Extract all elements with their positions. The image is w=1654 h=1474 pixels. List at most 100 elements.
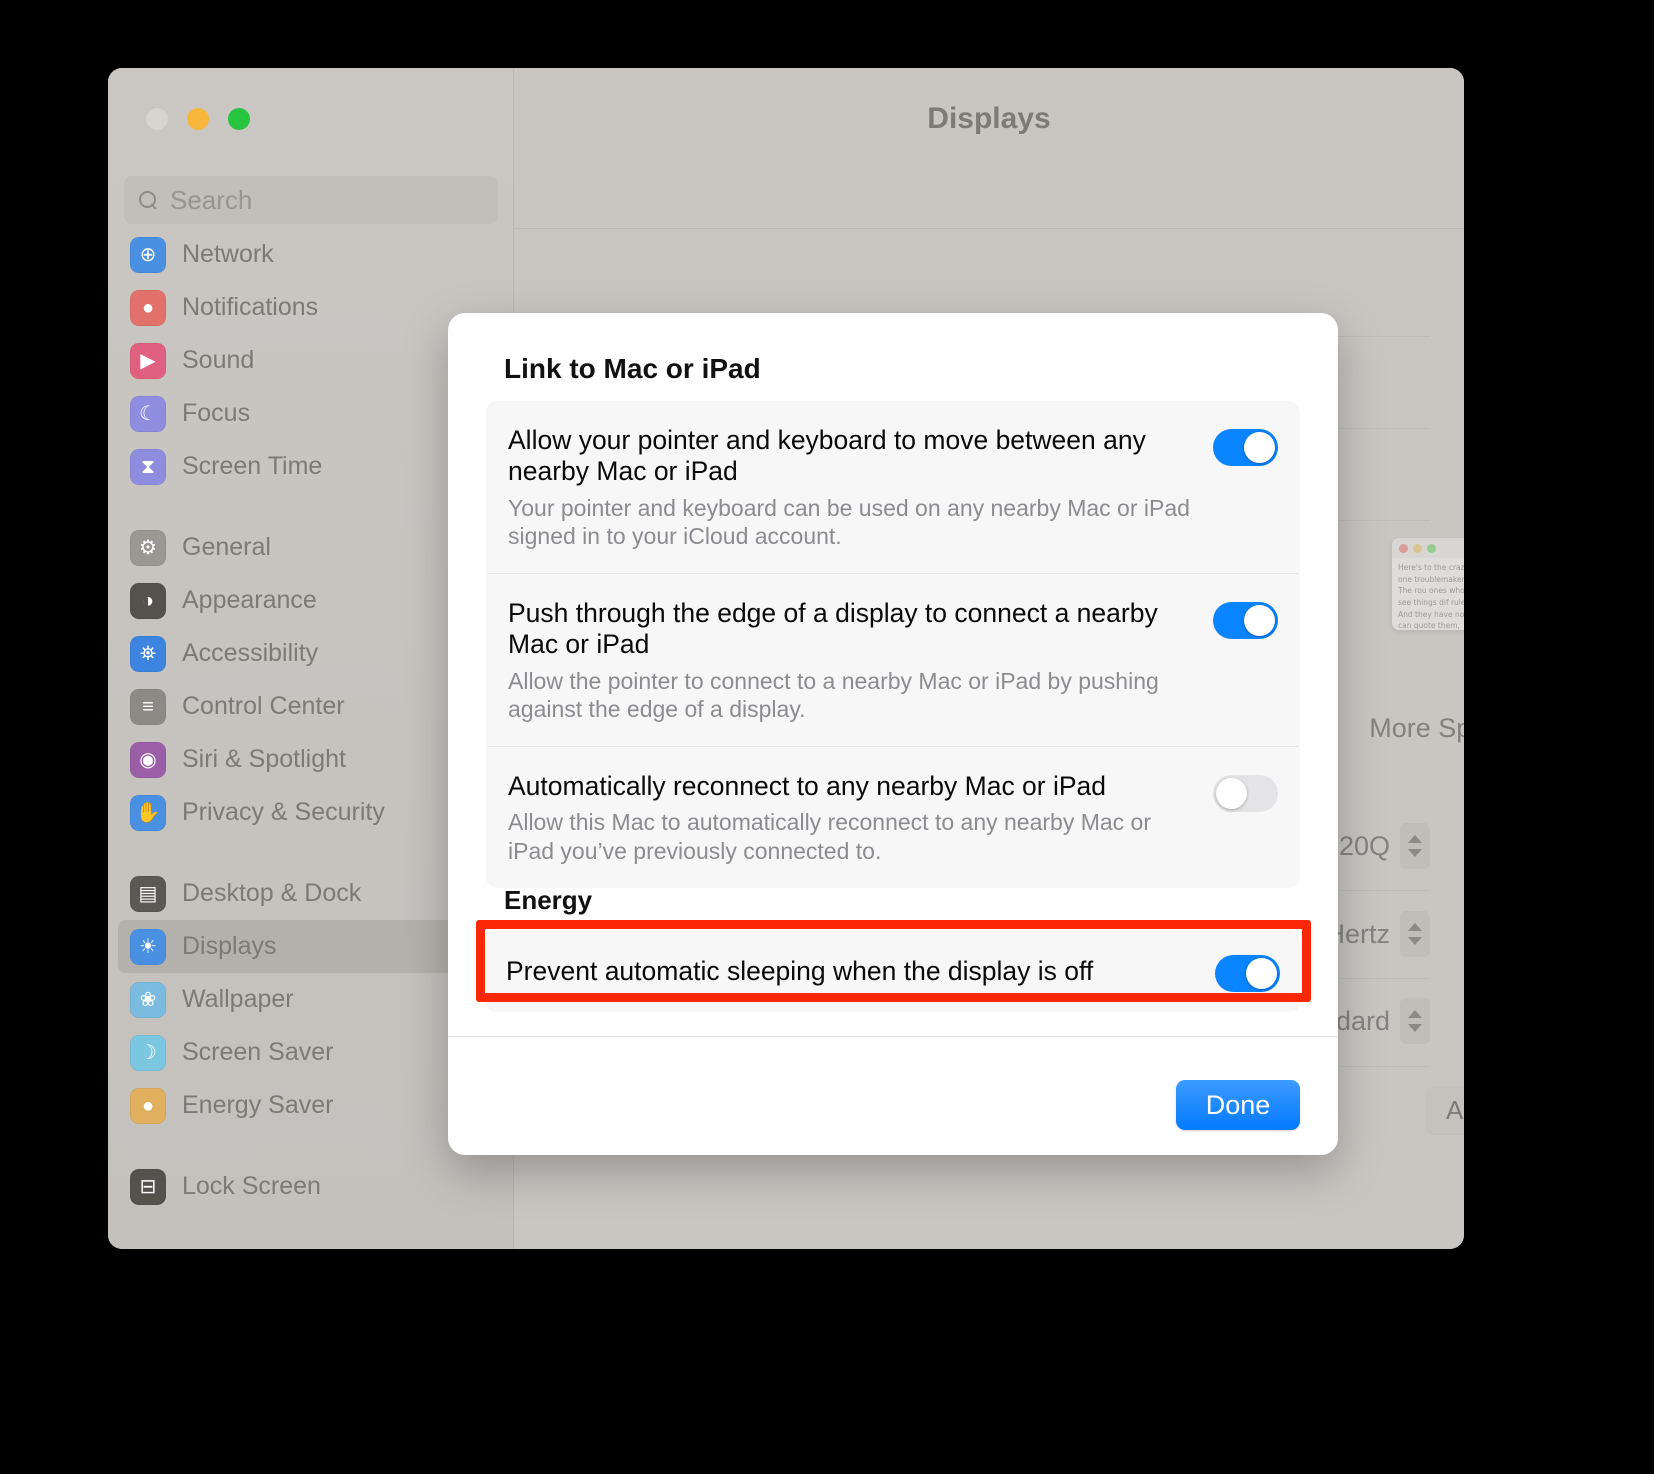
traffic-lights: [146, 108, 250, 130]
contrast-icon: ◑: [130, 582, 166, 619]
link-setting-label: Push through the edge of a display to co…: [508, 598, 1158, 660]
sheet-title: Link to Mac or iPad: [504, 353, 761, 384]
more-space-label: More Space: [1369, 713, 1464, 743]
sliders-icon: ≡: [130, 688, 166, 725]
sidebar-item-label: Screen Time: [182, 452, 323, 480]
sidebar-item-label: Screen Saver: [182, 1038, 334, 1066]
link-setting-label: Automatically reconnect to any nearby Ma…: [508, 771, 1107, 802]
accessibility-icon: ⛯: [130, 635, 166, 672]
link-setting-row[interactable]: Allow your pointer and keyboard to move …: [488, 401, 1298, 573]
link-setting-row[interactable]: Automatically reconnect to any nearby Ma…: [488, 746, 1298, 888]
sidebar-item-screen-saver[interactable]: ☽ Screen Saver: [118, 1026, 503, 1079]
sidebar-item-label: Wallpaper: [182, 985, 294, 1013]
sidebar-item-label: Desktop & Dock: [182, 879, 362, 907]
hourglass-icon: ⧗: [130, 448, 166, 485]
search-input[interactable]: Search: [124, 176, 498, 224]
lock-icon: ⊟: [130, 1168, 166, 1205]
sidebar-item-label: Network: [182, 240, 274, 268]
energy-section-title: Energy: [504, 885, 593, 915]
sidebar-item-label: Displays: [182, 932, 277, 960]
link-to-mac-or-ipad-sheet: Link to Mac or iPad Allow your pointer a…: [448, 313, 1338, 1155]
sidebar-item-privacy-security[interactable]: ✋ Privacy & Security: [118, 786, 503, 839]
link-settings-group: Allow your pointer and keyboard to move …: [486, 401, 1300, 888]
chevron-updown-icon[interactable]: [1400, 823, 1430, 869]
display-preview-window: Here's to the crazy one troublemakers. T…: [1392, 538, 1464, 630]
sidebar-item-label: Lock Screen: [182, 1172, 321, 1200]
sidebar-item-appearance[interactable]: ◑ Appearance: [118, 574, 503, 627]
sidebar-item-screen-time[interactable]: ⧗ Screen Time: [118, 440, 503, 493]
toggle-knob: [1216, 778, 1247, 810]
dock-icon: ▤: [130, 875, 166, 912]
sidebar-item-accessibility[interactable]: ⛯ Accessibility: [118, 627, 503, 680]
lightbulb-icon: ●: [130, 1087, 166, 1124]
search-icon: [138, 190, 158, 210]
sidebar-item-displays[interactable]: ☀ Displays: [118, 920, 503, 973]
sheet-footer-divider: [448, 1036, 1338, 1037]
sidebar-item-label: Focus: [182, 399, 251, 427]
prevent-sleep-text: Prevent automatic sleeping when the disp…: [506, 956, 1215, 987]
wallpaper-icon: ❀: [130, 981, 166, 1018]
sidebar-item-label: General: [182, 533, 271, 561]
screensaver-icon: ☽: [130, 1034, 166, 1071]
page-title: Displays: [927, 102, 1051, 135]
link-setting-text: Allow your pointer and keyboard to move …: [508, 425, 1213, 551]
link-setting-row[interactable]: Push through the edge of a display to co…: [488, 573, 1298, 746]
search-placeholder: Search: [170, 184, 253, 215]
done-button[interactable]: Done: [1176, 1080, 1300, 1130]
sidebar-item-control-center[interactable]: ≡ Control Center: [118, 680, 503, 733]
sidebar-item-energy-saver[interactable]: ● Energy Saver: [118, 1079, 503, 1132]
siri-icon: ◉: [130, 741, 166, 778]
preview-close-icon: [1399, 543, 1408, 553]
globe-icon: ⊕: [130, 236, 166, 273]
bell-icon: ●: [130, 289, 166, 326]
preview-text: Here's to the crazy one troublemakers. T…: [1398, 563, 1464, 630]
link-setting-description: Allow this Mac to automatically reconnec…: [508, 809, 1152, 865]
sidebar-item-notifications[interactable]: ● Notifications: [118, 281, 503, 334]
sidebar-item-label: Energy Saver: [182, 1091, 334, 1119]
preview-zoom-icon: [1427, 543, 1436, 553]
zoom-window-button[interactable]: [228, 108, 250, 130]
sidebar-item-siri-spotlight[interactable]: ◉ Siri & Spotlight: [118, 733, 503, 786]
pane-divider: [514, 228, 1464, 229]
brightness-icon: ☀: [130, 928, 166, 965]
link-setting-text: Push through the edge of a display to co…: [508, 598, 1213, 724]
chevron-updown-icon[interactable]: [1400, 998, 1430, 1044]
prevent-sleep-label: Prevent automatic sleeping when the disp…: [506, 955, 1094, 986]
sidebar-item-wallpaper[interactable]: ❀ Wallpaper: [118, 973, 503, 1026]
preview-minimize-icon: [1413, 543, 1422, 553]
sidebar-item-label: Sound: [182, 346, 255, 374]
link-setting-label: Allow your pointer and keyboard to move …: [508, 425, 1146, 487]
system-settings-window: Search ⊕ Network ● Notifications ▶ Sound ☾ Focu…: [108, 68, 1464, 1249]
link-setting-description: Allow the pointer to connect to a nearby…: [508, 667, 1159, 723]
speaker-icon: ▶: [130, 342, 166, 379]
sidebar-item-sound[interactable]: ▶ Sound: [118, 334, 503, 387]
sidebar-item-network[interactable]: ⊕ Network: [118, 228, 503, 281]
sidebar-item-desktop-dock[interactable]: ▤ Desktop & Dock: [118, 867, 503, 920]
gear-icon: ⚙: [130, 529, 166, 566]
advanced-button[interactable]: Advanced...: [1426, 1086, 1464, 1134]
link-setting-text: Automatically reconnect to any nearby Ma…: [508, 771, 1213, 866]
sidebar-item-label: Control Center: [182, 692, 345, 720]
close-window-button[interactable]: [146, 108, 168, 130]
toggle-knob: [1246, 958, 1277, 989]
sidebar-item-focus[interactable]: ☾ Focus: [118, 387, 503, 440]
link-setting-toggle[interactable]: [1213, 602, 1278, 640]
link-setting-description: Your pointer and keyboard can be used on…: [508, 494, 1190, 550]
sidebar-item-label: Accessibility: [182, 639, 319, 667]
toggle-knob: [1244, 432, 1275, 463]
hand-icon: ✋: [130, 794, 166, 831]
toggle-knob: [1244, 605, 1275, 637]
sidebar-item-lock-screen[interactable]: ⊟ Lock Screen: [118, 1160, 503, 1213]
preview-title-bar: [1392, 538, 1464, 558]
sidebar-item-label: Notifications: [182, 293, 319, 321]
chevron-updown-icon[interactable]: [1400, 911, 1430, 957]
sidebar-item-label: Appearance: [182, 586, 317, 614]
energy-settings-group: Prevent automatic sleeping when the disp…: [486, 931, 1300, 1012]
minimize-window-button[interactable]: [187, 108, 209, 130]
sidebar-item-label: Privacy & Security: [182, 798, 385, 826]
prevent-sleep-row[interactable]: Prevent automatic sleeping when the disp…: [486, 931, 1300, 1012]
sidebar-item-general[interactable]: ⚙ General: [118, 521, 503, 574]
prevent-sleep-toggle[interactable]: [1215, 955, 1280, 992]
link-setting-toggle[interactable]: [1213, 429, 1278, 466]
link-setting-toggle[interactable]: [1213, 775, 1278, 813]
